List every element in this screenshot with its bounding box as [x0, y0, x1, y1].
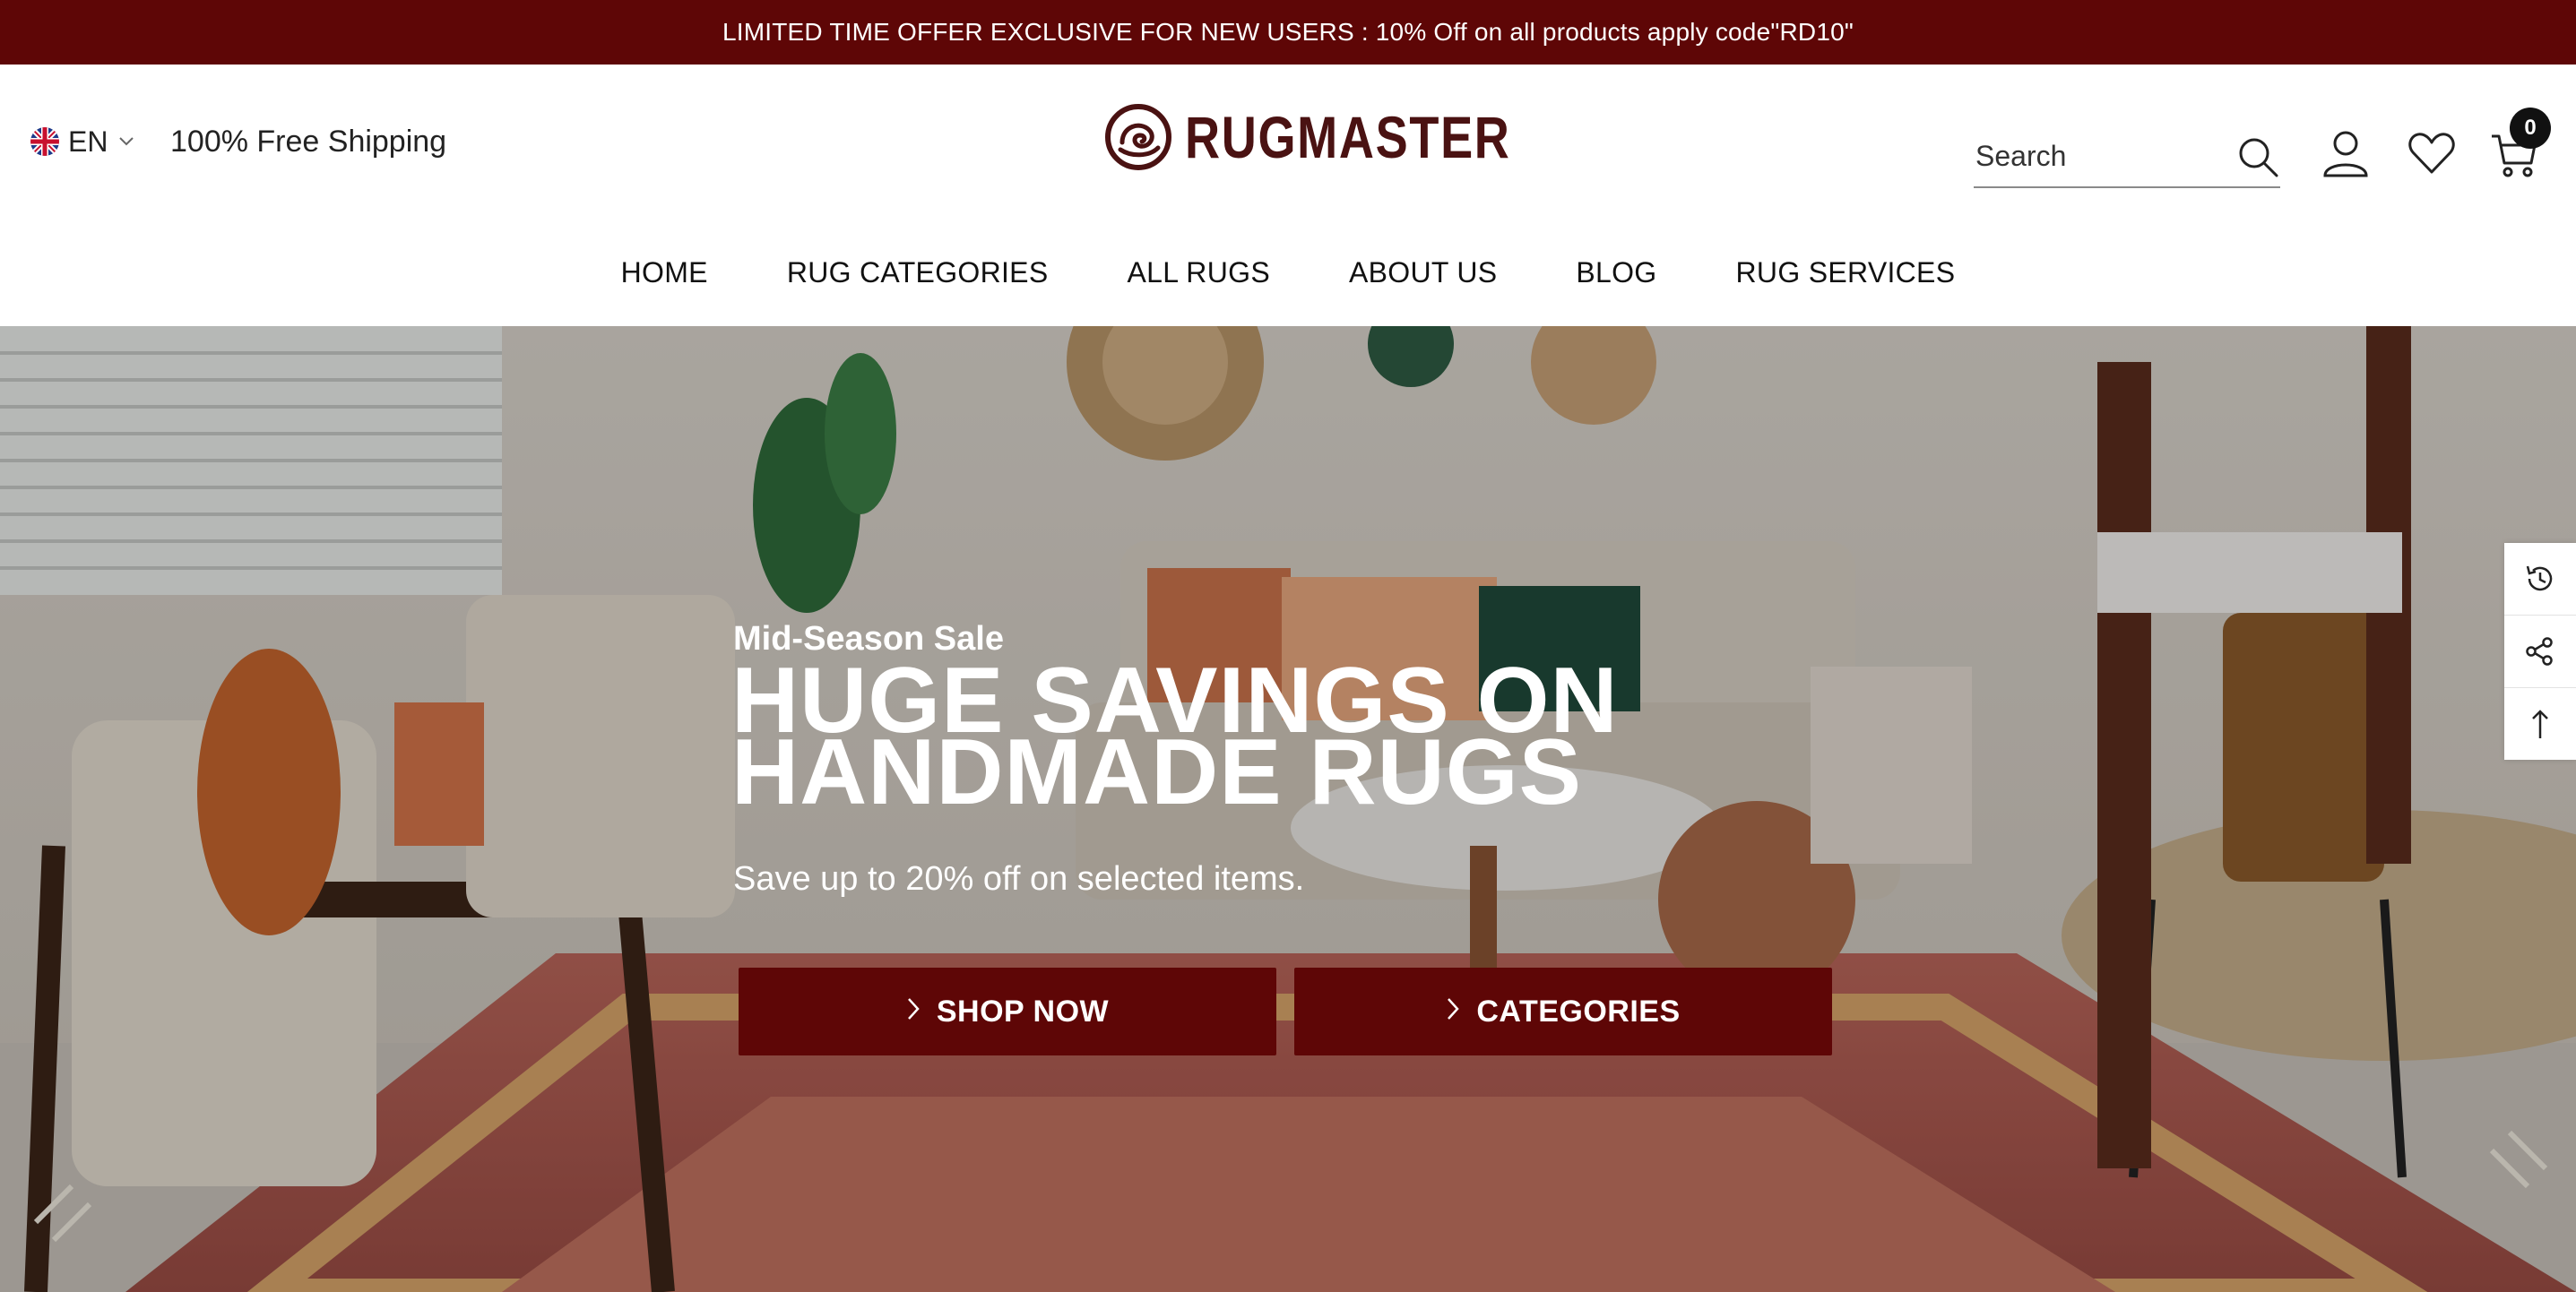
language-label: EN	[68, 125, 108, 158]
main-nav: HOME RUG CATEGORIES ALL RUGS ABOUT US BL…	[0, 247, 2576, 297]
uk-flag-icon	[30, 127, 59, 156]
search-input[interactable]	[1974, 139, 2226, 173]
nav-item-rug-services[interactable]: RUG SERVICES	[1736, 247, 1956, 297]
logo[interactable]: RUGMASTER	[1104, 97, 1582, 177]
nav-item-about-us[interactable]: ABOUT US	[1349, 247, 1497, 297]
share-icon	[2526, 637, 2553, 666]
share-button[interactable]	[2504, 616, 2576, 688]
chevron-down-icon	[118, 133, 134, 151]
hero-title-line-2: HANDMADE RUGS	[731, 720, 1582, 824]
shop-now-label: SHOP NOW	[936, 994, 1110, 1029]
brand-name: RUGMASTER	[1185, 104, 1511, 170]
search-box	[1974, 125, 2280, 188]
hero-title: HUGE SAVINGS ON HANDMADE RUGS	[731, 654, 1807, 824]
account-icon[interactable]	[2320, 127, 2372, 179]
cart-count-badge: 0	[2510, 108, 2551, 149]
nav-item-rug-categories[interactable]: RUG CATEGORIES	[787, 247, 1049, 297]
nav-item-home[interactable]: HOME	[621, 247, 708, 297]
nav-item-blog[interactable]: BLOG	[1576, 247, 1656, 297]
hero-subtitle: Save up to 20% off on selected items.	[733, 860, 1305, 898]
nav-item-all-rugs[interactable]: ALL RUGS	[1127, 247, 1270, 297]
back-to-top-button[interactable]	[2504, 688, 2576, 760]
arrow-up-icon	[2532, 710, 2548, 738]
site-header: EN 100% Free Shipping RUGMASTER Search 0…	[0, 65, 2576, 326]
categories-button[interactable]: CATEGORIES	[1294, 968, 1832, 1055]
search-icon[interactable]	[2235, 134, 2280, 179]
announcement-text: LIMITED TIME OFFER EXCLUSIVE FOR NEW USE…	[722, 18, 1854, 46]
side-toolbar	[2504, 543, 2576, 760]
history-icon	[2526, 565, 2553, 591]
hero-banner: Mid-Season Sale HUGE SAVINGS ON HANDMADE…	[0, 326, 2576, 1292]
chevron-right-icon	[1446, 995, 1460, 1029]
free-shipping-text: 100% Free Shipping	[170, 125, 447, 159]
language-selector[interactable]: EN	[30, 124, 134, 159]
logo-mark-icon	[1105, 104, 1171, 170]
wishlist-heart-icon[interactable]	[2406, 127, 2458, 179]
chevron-right-icon	[906, 995, 921, 1029]
shop-now-button[interactable]: SHOP NOW	[739, 968, 1276, 1055]
recently-viewed-button[interactable]	[2504, 543, 2576, 616]
announcement-bar: LIMITED TIME OFFER EXCLUSIVE FOR NEW USE…	[0, 0, 2576, 65]
categories-label: CATEGORIES	[1476, 994, 1681, 1029]
